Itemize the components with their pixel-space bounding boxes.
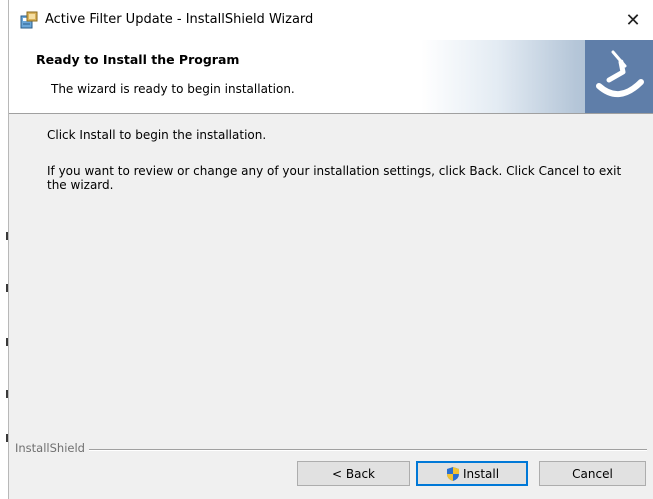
wizard-body: Click Install to begin the installation.… — [9, 114, 653, 434]
uac-shield-icon — [446, 466, 459, 481]
review-instruction: If you want to review or change any of y… — [47, 164, 622, 192]
installshield-wizard-window: Active Filter Update - InstallShield Wiz… — [8, 0, 653, 499]
back-button-label: < Back — [331, 466, 375, 481]
title-bar[interactable]: Active Filter Update - InstallShield Wiz… — [9, 0, 653, 40]
background-desktop-strip — [0, 0, 8, 499]
install-instruction: Click Install to begin the installation. — [47, 128, 267, 142]
window-title: Active Filter Update - InstallShield Wiz… — [45, 12, 314, 27]
installshield-logo-icon — [596, 50, 644, 97]
header-banner: Ready to Install the Program The wizard … — [9, 40, 653, 114]
close-button[interactable]: ✕ — [613, 0, 653, 40]
installshield-brand-label: InstallShield — [15, 441, 89, 455]
install-button[interactable]: Install — [416, 461, 528, 486]
footer-divider — [15, 449, 647, 451]
cancel-button[interactable]: Cancel — [539, 461, 646, 486]
close-icon: ✕ — [625, 9, 641, 31]
installshield-logo — [585, 40, 653, 113]
install-button-label: Install — [462, 466, 500, 481]
installer-icon — [20, 11, 38, 29]
back-button[interactable]: < Back — [297, 461, 410, 486]
cancel-button-label: Cancel — [572, 466, 613, 481]
page-subtitle: The wizard is ready to begin installatio… — [51, 82, 295, 96]
page-title: Ready to Install the Program — [36, 52, 240, 67]
